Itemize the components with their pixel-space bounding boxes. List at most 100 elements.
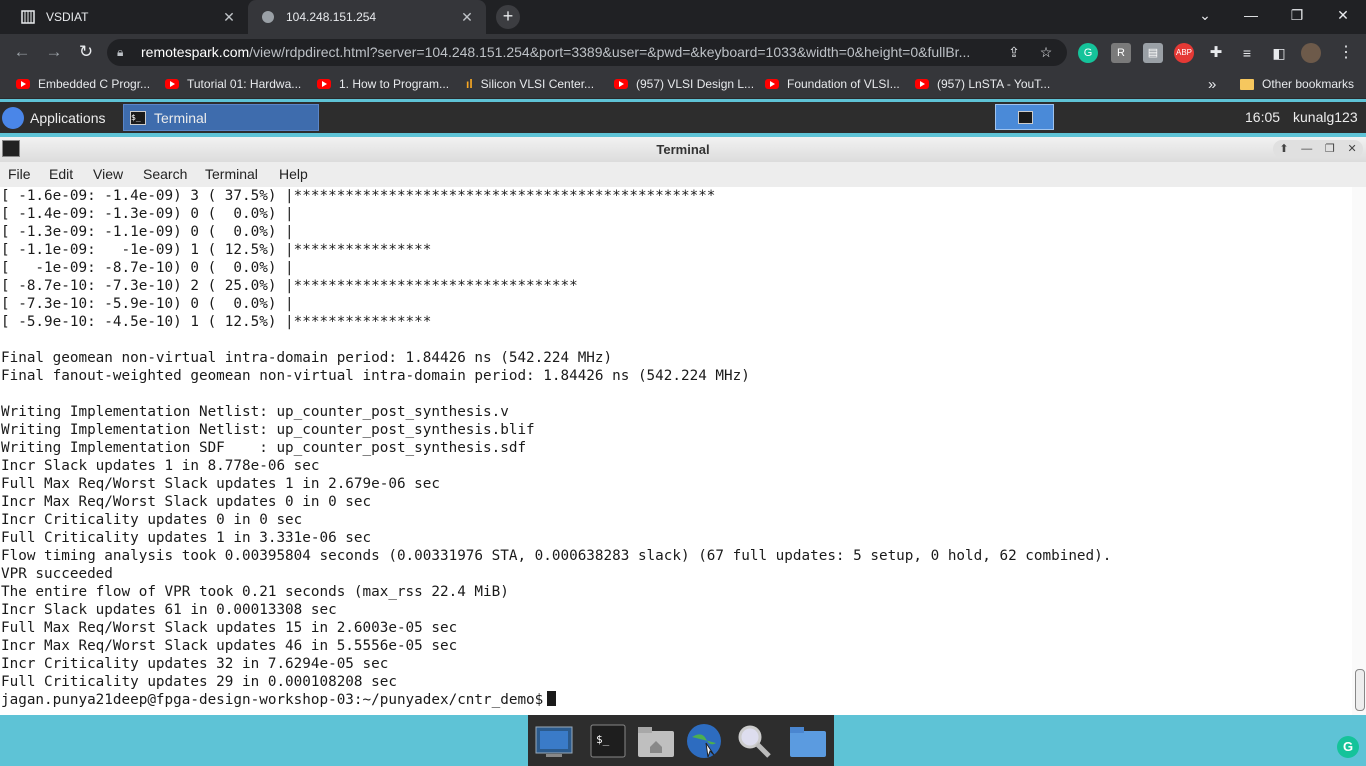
youtube-icon	[317, 79, 331, 89]
chevron-down-icon[interactable]: ⌄	[1182, 0, 1228, 32]
bookmarks-overflow-button[interactable]: »	[1208, 70, 1216, 98]
clock: 16:05	[1245, 109, 1281, 125]
desktop-top-panel: Applications $_ Terminal 16:05 kunalg123	[0, 102, 1366, 133]
output-line: Writing Implementation SDF : up_counter_…	[1, 440, 527, 456]
prompt-line[interactable]: jagan.punya21deep@fpga-design-workshop-0…	[1, 691, 557, 709]
youtube-icon	[765, 79, 779, 89]
applications-menu[interactable]: Applications	[2, 102, 106, 133]
tab-remote-desktop[interactable]: 104.248.151.254 ✕	[248, 0, 486, 34]
output-line: Flow timing analysis took 0.00395804 sec…	[1, 548, 1112, 564]
bookmarks-bar: Embedded C Progr... Tutorial 01: Hardwa.…	[0, 70, 1366, 99]
workspace-switcher[interactable]	[995, 104, 1054, 130]
browser-tab-strip: VSDIAT ✕ 104.248.151.254 ✕ + ⌄ — ❐ ✕	[0, 0, 1366, 34]
maximize-icon[interactable]: ❐	[1325, 137, 1335, 162]
files-folder-icon[interactable]	[788, 721, 828, 761]
xfce-mouse-logo-icon	[2, 106, 24, 129]
menu-search[interactable]: Search	[143, 162, 187, 187]
home-folder-icon[interactable]	[636, 721, 676, 761]
kebab-menu-icon[interactable]: ⋮	[1336, 43, 1356, 63]
tab-title: VSDIAT	[46, 10, 89, 24]
menu-view[interactable]: View	[93, 162, 123, 187]
show-desktop-icon[interactable]	[534, 721, 574, 761]
close-icon[interactable]: ✕	[1347, 137, 1356, 162]
close-window-button[interactable]: ✕	[1320, 0, 1366, 32]
share-icon[interactable]: ⇪	[1003, 39, 1025, 66]
output-line: Incr Max Req/Worst Slack updates 46 in 5…	[1, 638, 458, 654]
bookmark-item[interactable]: 1. How to Program...	[317, 70, 449, 98]
document-extension-icon[interactable]: ▤	[1143, 43, 1163, 63]
bookmark-item[interactable]: (957) LnSTA - YouT...	[915, 70, 1050, 98]
output-line: [ -1.6e-09: -1.4e-09) 3 ( 37.5%) |******…	[1, 188, 716, 204]
output-line: Incr Slack updates 61 in 0.00013308 sec	[1, 602, 337, 618]
shell-prompt: jagan.punya21deep@fpga-design-workshop-0…	[1, 692, 544, 708]
output-line: [ -1.4e-09: -1.3e-09) 0 ( 0.0%) |	[1, 206, 294, 222]
output-line: VPR succeeded	[1, 566, 113, 582]
output-line: Incr Criticality updates 32 in 7.6294e-0…	[1, 656, 389, 672]
browser-toolbar: ← → ↻ 🔒︎ remotespark.com/view/rdpdirect.…	[0, 34, 1366, 70]
forward-arrow-icon[interactable]: →	[42, 40, 66, 64]
adblock-extension-icon[interactable]: ABP	[1174, 43, 1194, 63]
other-bookmarks-folder[interactable]: Other bookmarks	[1240, 70, 1354, 98]
output-line: [ -5.9e-10: -4.5e-10) 1 ( 12.5%) |******…	[1, 314, 432, 330]
shade-up-icon[interactable]: ⬆	[1279, 137, 1288, 162]
search-magnifier-icon[interactable]	[734, 721, 774, 761]
menu-terminal[interactable]: Terminal	[205, 162, 258, 187]
lock-icon: 🔒︎	[117, 45, 124, 59]
url-text: remotespark.com/view/rdpdirect.html?serv…	[141, 39, 1001, 66]
tab-close-icon[interactable]: ✕	[458, 9, 476, 26]
tab-vsdiat[interactable]: VSDIAT ✕	[8, 0, 248, 34]
reload-icon[interactable]: ↻	[74, 40, 98, 64]
web-browser-globe-icon[interactable]	[684, 721, 724, 761]
menu-help[interactable]: Help	[279, 162, 308, 187]
tab-close-icon[interactable]: ✕	[220, 9, 238, 26]
minimize-button[interactable]: —	[1228, 0, 1274, 32]
output-line: [ -1.3e-09: -1.1e-09) 0 ( 0.0%) |	[1, 224, 294, 240]
output-line: [ -1.1e-09: -1e-09) 1 ( 12.5%) |********…	[1, 242, 432, 258]
profile-avatar[interactable]	[1301, 43, 1321, 63]
output-line: Full Criticality updates 29 in 0.0001082…	[1, 674, 397, 690]
window-title: Terminal	[656, 142, 710, 157]
taskbar-terminal-button[interactable]: $_ Terminal	[123, 104, 319, 131]
terminal-output[interactable]: [ -1.6e-09: -1.4e-09) 3 ( 37.5%) |******…	[0, 187, 1352, 715]
output-line: Full Max Req/Worst Slack updates 15 in 2…	[1, 620, 458, 636]
bookmark-item[interactable]: Embedded C Progr...	[16, 70, 150, 98]
bottom-dock: $_	[528, 715, 834, 766]
menu-edit[interactable]: Edit	[49, 162, 73, 187]
extension-r-icon[interactable]: R	[1111, 43, 1131, 63]
output-line: Writing Implementation Netlist: up_count…	[1, 404, 509, 420]
output-line: [ -7.3e-10: -5.9e-10) 0 ( 0.0%) |	[1, 296, 294, 312]
scrollbar-thumb[interactable]	[1355, 669, 1365, 711]
puzzle-extensions-icon[interactable]: ✚	[1206, 43, 1226, 63]
output-line: Full Criticality updates 1 in 3.331e-06 …	[1, 530, 372, 546]
star-icon[interactable]: ☆	[1035, 39, 1057, 66]
bookmark-item[interactable]: Foundation of VLSI...	[765, 70, 900, 98]
terminal-window: Terminal ⬆ — ❐ ✕ File Edit View Search T…	[0, 137, 1366, 715]
terminal-scrollbar[interactable]	[1352, 187, 1366, 715]
new-tab-button[interactable]: +	[496, 5, 520, 29]
youtube-icon	[614, 79, 628, 89]
output-line: Final fanout-weighted geomean non-virtua…	[1, 368, 750, 384]
bookmark-item[interactable]: ıl Silicon VLSI Center...	[466, 70, 594, 98]
grammarly-floating-icon[interactable]: G	[1337, 736, 1359, 758]
output-line: Incr Max Req/Worst Slack updates 0 in 0 …	[1, 494, 372, 510]
tab-title: 104.248.151.254	[286, 10, 377, 24]
silicon-vlsi-logo-icon: ıl	[466, 77, 473, 91]
terminal-launcher-icon[interactable]: $_	[588, 721, 628, 761]
bookmark-item[interactable]: Tutorial 01: Hardwa...	[165, 70, 301, 98]
output-line: [ -8.7e-10: -7.3e-10) 2 ( 25.0%) |******…	[1, 278, 578, 294]
media-playlist-icon[interactable]: ≡	[1237, 43, 1257, 63]
bookmark-item[interactable]: (957) VLSI Design L...	[614, 70, 754, 98]
youtube-icon	[915, 79, 929, 89]
minimize-icon[interactable]: —	[1301, 137, 1312, 162]
output-line: Writing Implementation Netlist: up_count…	[1, 422, 535, 438]
side-panel-icon[interactable]: ◧	[1269, 43, 1289, 63]
back-arrow-icon[interactable]: ←	[10, 40, 34, 64]
output-line: Full Max Req/Worst Slack updates 1 in 2.…	[1, 476, 440, 492]
menu-file[interactable]: File	[8, 162, 31, 187]
grammarly-extension-icon[interactable]: G	[1078, 43, 1098, 63]
username-label: kunalg123	[1293, 109, 1358, 125]
terminal-icon	[1018, 111, 1033, 124]
address-bar[interactable]: 🔒︎ remotespark.com/view/rdpdirect.html?s…	[107, 39, 1067, 66]
maximize-button[interactable]: ❐	[1274, 0, 1320, 32]
output-line: Incr Slack updates 1 in 8.778e-06 sec	[1, 458, 320, 474]
